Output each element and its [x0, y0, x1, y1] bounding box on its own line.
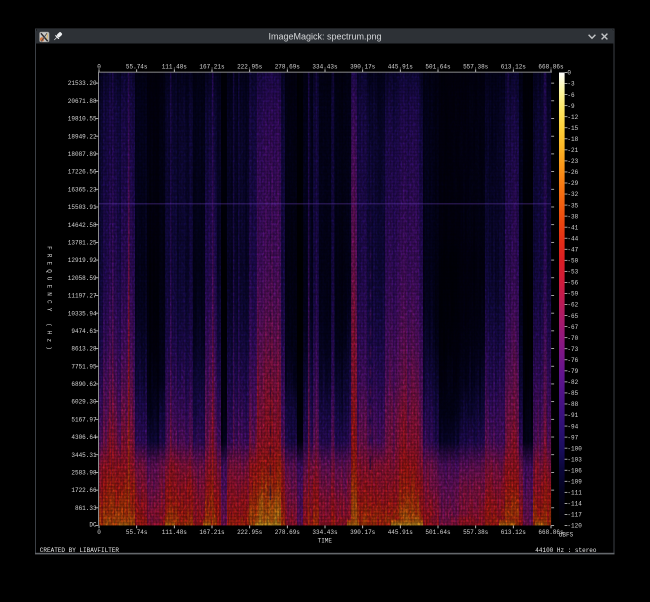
svg-text:-76: -76 [567, 357, 578, 364]
svg-text:613.12s: 613.12s [501, 529, 527, 536]
svg-text:12058.59: 12058.59 [68, 275, 97, 282]
svg-text:-120: -120 [567, 523, 582, 530]
svg-text:1722.66: 1722.66 [71, 487, 97, 494]
svg-text:278.69s: 278.69s [275, 529, 301, 536]
svg-text:-56: -56 [567, 280, 578, 287]
svg-text:-38: -38 [567, 213, 578, 220]
svg-text:-32: -32 [567, 191, 578, 198]
svg-text:18949.22: 18949.22 [68, 133, 97, 140]
svg-text:278.69s: 278.69s [275, 63, 301, 70]
svg-text:-70: -70 [567, 335, 578, 342]
svg-text:167.21s: 167.21s [199, 63, 225, 70]
svg-text:-106: -106 [567, 468, 582, 475]
svg-text:501.64s: 501.64s [425, 529, 451, 536]
svg-text:3445.31: 3445.31 [71, 452, 97, 459]
svg-text:-6: -6 [567, 92, 575, 99]
svg-text:-47: -47 [567, 247, 578, 254]
svg-text:-12: -12 [567, 114, 578, 121]
svg-text:-97: -97 [567, 434, 578, 441]
svg-text:-109: -109 [567, 479, 582, 486]
svg-text:-53: -53 [567, 269, 578, 276]
svg-text:-50: -50 [567, 258, 578, 265]
svg-text:-73: -73 [567, 346, 578, 353]
svg-text:FREQUENCY (Hz): FREQUENCY (Hz) [46, 246, 53, 354]
svg-text:-3: -3 [567, 81, 575, 88]
svg-text:222.95s: 222.95s [237, 529, 263, 536]
svg-text:861.33: 861.33 [75, 505, 97, 512]
svg-text:10335.94: 10335.94 [68, 310, 97, 317]
svg-text:-117: -117 [567, 512, 582, 519]
svg-text:15503.91: 15503.91 [68, 204, 97, 211]
svg-text:111.48s: 111.48s [162, 63, 188, 70]
svg-text:-111: -111 [567, 490, 582, 497]
svg-text:-91: -91 [567, 412, 578, 419]
svg-text:-44: -44 [567, 235, 578, 242]
svg-text:557.38s: 557.38s [463, 529, 489, 536]
svg-text:-94: -94 [567, 423, 578, 430]
svg-text:44100 Hz : stereo: 44100 Hz : stereo [535, 547, 597, 554]
svg-text:111.48s: 111.48s [162, 529, 188, 536]
svg-text:17226.56: 17226.56 [68, 169, 97, 176]
svg-text:-35: -35 [567, 202, 578, 209]
svg-text:20671.88: 20671.88 [68, 98, 97, 105]
svg-text:0: 0 [97, 529, 101, 536]
svg-text:-103: -103 [567, 456, 582, 463]
svg-text:222.95s: 222.95s [237, 63, 263, 70]
svg-text:0: 0 [567, 70, 571, 77]
svg-text:334.43s: 334.43s [312, 529, 338, 536]
svg-text:-88: -88 [567, 401, 578, 408]
svg-text:-100: -100 [567, 445, 582, 452]
svg-text:6890.62: 6890.62 [71, 381, 97, 388]
svg-text:-23: -23 [567, 158, 578, 165]
svg-text:668.86s: 668.86s [538, 63, 564, 70]
svg-text:-26: -26 [567, 169, 578, 176]
svg-text:-67: -67 [567, 324, 578, 331]
svg-text:dBFS: dBFS [559, 532, 574, 539]
svg-text:-15: -15 [567, 125, 578, 132]
svg-text:8613.28: 8613.28 [71, 346, 97, 353]
svg-text:CREATED BY LIBAVFILTER: CREATED BY LIBAVFILTER [40, 547, 120, 554]
svg-text:6029.30: 6029.30 [71, 399, 97, 406]
svg-text:334.43s: 334.43s [312, 63, 338, 70]
svg-text:4306.64: 4306.64 [71, 434, 97, 441]
svg-text:-29: -29 [567, 180, 578, 187]
svg-text:TIME: TIME [318, 537, 333, 544]
svg-text:-79: -79 [567, 368, 578, 375]
svg-text:12919.92: 12919.92 [68, 257, 97, 264]
svg-text:-65: -65 [567, 313, 578, 320]
svg-text:16365.23: 16365.23 [68, 186, 97, 193]
svg-text:21533.20: 21533.20 [68, 80, 97, 87]
svg-text:445.91s: 445.91s [388, 529, 414, 536]
svg-text:55.74s: 55.74s [126, 529, 148, 536]
svg-text:-82: -82 [567, 379, 578, 386]
svg-text:DC: DC [89, 522, 97, 529]
svg-text:11197.27: 11197.27 [68, 293, 97, 300]
svg-text:19810.55: 19810.55 [68, 116, 97, 123]
svg-text:501.64s: 501.64s [425, 63, 451, 70]
svg-text:445.91s: 445.91s [388, 63, 414, 70]
svg-text:55.74s: 55.74s [126, 63, 148, 70]
svg-text:14642.58: 14642.58 [68, 222, 97, 229]
svg-text:390.17s: 390.17s [350, 529, 376, 536]
svg-text:2583.98: 2583.98 [71, 470, 97, 477]
svg-text:0: 0 [97, 63, 101, 70]
svg-text:557.38s: 557.38s [463, 63, 489, 70]
svg-text:-41: -41 [567, 224, 578, 231]
svg-text:13781.25: 13781.25 [68, 240, 97, 247]
svg-text:613.12s: 613.12s [501, 63, 527, 70]
svg-text:-21: -21 [567, 147, 578, 154]
svg-text:7751.95: 7751.95 [71, 363, 97, 370]
svg-text:-59: -59 [567, 291, 578, 298]
svg-text:-62: -62 [567, 302, 578, 309]
svg-text:-114: -114 [567, 501, 582, 508]
svg-text:167.21s: 167.21s [199, 529, 225, 536]
svg-text:9474.61: 9474.61 [71, 328, 97, 335]
svg-text:-18: -18 [567, 136, 578, 143]
svg-text:390.17s: 390.17s [350, 63, 376, 70]
svg-text:18087.89: 18087.89 [68, 151, 97, 158]
svg-text:ImageMagick: spectrum.png: ImageMagick: spectrum.png [268, 32, 381, 42]
svg-text:5167.97: 5167.97 [71, 416, 97, 423]
svg-text:-9: -9 [567, 103, 575, 110]
svg-text:-85: -85 [567, 390, 578, 397]
